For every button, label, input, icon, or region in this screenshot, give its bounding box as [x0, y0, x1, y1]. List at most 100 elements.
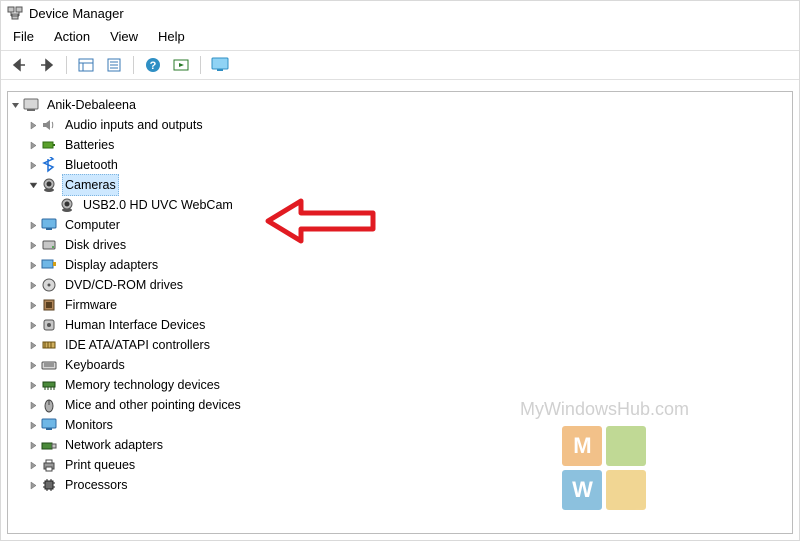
tree-node-label[interactable]: Batteries: [62, 134, 117, 156]
ide-controller-icon: [40, 336, 58, 354]
tree-node-label[interactable]: DVD/CD-ROM drives: [62, 274, 186, 296]
tree-node[interactable]: Display adapters: [8, 255, 792, 275]
menu-view[interactable]: View: [102, 27, 146, 46]
back-arrow-icon: [11, 58, 27, 72]
firmware-icon: [40, 296, 58, 314]
tree-node[interactable]: Disk drives: [8, 235, 792, 255]
tree-node-label[interactable]: Bluetooth: [62, 154, 121, 176]
menubar: File Action View Help: [1, 25, 799, 50]
tree-node-label[interactable]: Memory technology devices: [62, 374, 223, 396]
tree-node-label[interactable]: Print queues: [62, 454, 138, 476]
expand-toggle[interactable]: [26, 295, 40, 315]
tree-node-label[interactable]: Monitors: [62, 414, 116, 436]
tree-node[interactable]: Bluetooth: [8, 155, 792, 175]
tree-node[interactable]: Keyboards: [8, 355, 792, 375]
properties-button[interactable]: [102, 54, 126, 76]
menu-file[interactable]: File: [5, 27, 42, 46]
expand-toggle[interactable]: [8, 95, 22, 115]
memory-icon: [40, 376, 58, 394]
tree-node[interactable]: Print queues: [8, 455, 792, 475]
tree-node[interactable]: Human Interface Devices: [8, 315, 792, 335]
monitor-button[interactable]: [208, 54, 232, 76]
expand-toggle[interactable]: [26, 415, 40, 435]
tree-node-label[interactable]: Network adapters: [62, 434, 166, 456]
tree-node-label[interactable]: Keyboards: [62, 354, 128, 376]
tree-node-label[interactable]: Mice and other pointing devices: [62, 394, 244, 416]
expand-toggle[interactable]: [26, 215, 40, 235]
expand-toggle[interactable]: [26, 355, 40, 375]
tree-node-label[interactable]: Disk drives: [62, 234, 129, 256]
expand-toggle[interactable]: [26, 155, 40, 175]
expand-toggle[interactable]: [26, 475, 40, 495]
tree-node[interactable]: Memory technology devices: [8, 375, 792, 395]
expand-toggle[interactable]: [26, 115, 40, 135]
tree-root-label[interactable]: Anik-Debaleena: [44, 94, 139, 116]
tree-node-label[interactable]: Processors: [62, 474, 131, 496]
expand-toggle[interactable]: [26, 135, 40, 155]
tree-node[interactable]: Cameras: [8, 175, 792, 195]
tree-node[interactable]: Batteries: [8, 135, 792, 155]
show-hidden-icon: [78, 58, 94, 72]
expand-toggle[interactable]: [26, 395, 40, 415]
mouse-icon: [40, 396, 58, 414]
display-adapter-icon: [40, 256, 58, 274]
help-icon: ?: [145, 57, 161, 73]
tree-node[interactable]: Audio inputs and outputs: [8, 115, 792, 135]
app-icon: [7, 5, 23, 21]
expand-toggle[interactable]: [26, 275, 40, 295]
expand-toggle[interactable]: [26, 435, 40, 455]
tree-node-label[interactable]: Firmware: [62, 294, 120, 316]
tree-node-label[interactable]: Computer: [62, 214, 123, 236]
disk-drive-icon: [40, 236, 58, 254]
expand-toggle[interactable]: [26, 235, 40, 255]
tree-node[interactable]: Processors: [8, 475, 792, 495]
computer-root-icon: [22, 96, 40, 114]
tree-node-label[interactable]: Human Interface Devices: [62, 314, 208, 336]
tree-node[interactable]: Monitors: [8, 415, 792, 435]
hid-icon: [40, 316, 58, 334]
tree-node[interactable]: Firmware: [8, 295, 792, 315]
tree-node-label[interactable]: IDE ATA/ATAPI controllers: [62, 334, 213, 356]
toolbar-sep: [133, 56, 134, 74]
forward-button[interactable]: [35, 54, 59, 76]
toolbar-sep: [200, 56, 201, 74]
tree-node-label[interactable]: Display adapters: [62, 254, 161, 276]
tree-node[interactable]: DVD/CD-ROM drives: [8, 275, 792, 295]
toolbar: ?: [1, 50, 799, 80]
tree-node[interactable]: Mice and other pointing devices: [8, 395, 792, 415]
menu-help[interactable]: Help: [150, 27, 193, 46]
speaker-icon: [40, 116, 58, 134]
svg-text:?: ?: [150, 60, 157, 72]
expand-toggle[interactable]: [26, 315, 40, 335]
tree-node-label[interactable]: Audio inputs and outputs: [62, 114, 206, 136]
show-hidden-button[interactable]: [74, 54, 98, 76]
tree-node-label[interactable]: USB2.0 HD UVC WebCam: [80, 194, 236, 216]
expand-toggle[interactable]: [26, 175, 40, 195]
monitor-icon: [211, 57, 229, 73]
window-title: Device Manager: [29, 6, 124, 21]
expand-toggle[interactable]: [26, 335, 40, 355]
menu-action[interactable]: Action: [46, 27, 98, 46]
keyboard-icon: [40, 356, 58, 374]
scan-button[interactable]: [169, 54, 193, 76]
back-button[interactable]: [7, 54, 31, 76]
tree-node[interactable]: Computer: [8, 215, 792, 235]
tree-root-row[interactable]: Anik-Debaleena: [8, 95, 792, 115]
titlebar: Device Manager: [1, 1, 799, 25]
tree-node[interactable]: Network adapters: [8, 435, 792, 455]
forward-arrow-icon: [39, 58, 55, 72]
expand-toggle[interactable]: [26, 455, 40, 475]
device-tree[interactable]: Anik-Debaleena Audio inputs and outputsB…: [7, 91, 793, 534]
printer-icon: [40, 456, 58, 474]
expand-toggle[interactable]: [26, 375, 40, 395]
tree-node-label[interactable]: Cameras: [62, 174, 119, 196]
processor-icon: [40, 476, 58, 494]
tree-node[interactable]: IDE ATA/ATAPI controllers: [8, 335, 792, 355]
bluetooth-icon: [40, 156, 58, 174]
properties-icon: [106, 58, 122, 72]
network-adapter-icon: [40, 436, 58, 454]
camera-icon: [40, 176, 58, 194]
help-button[interactable]: ?: [141, 54, 165, 76]
expand-toggle[interactable]: [26, 255, 40, 275]
tree-child-node[interactable]: USB2.0 HD UVC WebCam: [8, 195, 792, 215]
